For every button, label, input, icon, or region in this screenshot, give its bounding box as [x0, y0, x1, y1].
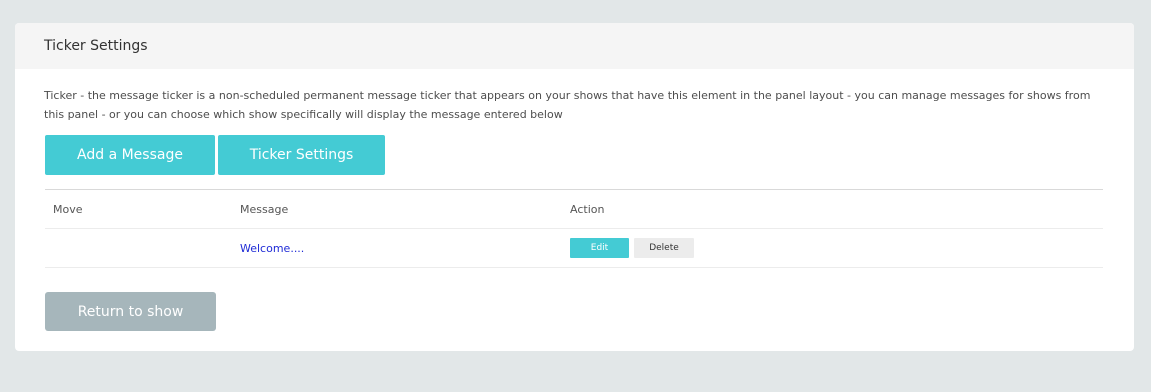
panel-header: Ticker Settings [15, 23, 1134, 69]
messages-table: Move Message Action Welcome.... Edit Del… [45, 189, 1103, 268]
panel-description: Ticker - the message ticker is a non-sch… [44, 89, 1091, 121]
ticker-settings-button[interactable]: Ticker Settings [218, 135, 385, 175]
column-header-move: Move [53, 202, 83, 216]
delete-button[interactable]: Delete [634, 238, 694, 258]
edit-button[interactable]: Edit [570, 238, 629, 258]
panel-title: Ticker Settings [44, 38, 148, 54]
action-cell: Edit Delete [570, 229, 694, 267]
table-row: Welcome.... Edit Delete [45, 229, 1103, 268]
table-header-row: Move Message Action [45, 190, 1103, 229]
message-cell: Welcome.... [240, 229, 304, 267]
column-header-message: Message [240, 202, 289, 216]
column-header-action: Action [570, 202, 605, 216]
message-link[interactable]: Welcome.... [240, 242, 304, 255]
return-to-show-button[interactable]: Return to show [45, 292, 216, 331]
ticker-settings-panel: Ticker Settings Ticker - the message tic… [15, 23, 1134, 351]
add-message-button[interactable]: Add a Message [45, 135, 215, 175]
